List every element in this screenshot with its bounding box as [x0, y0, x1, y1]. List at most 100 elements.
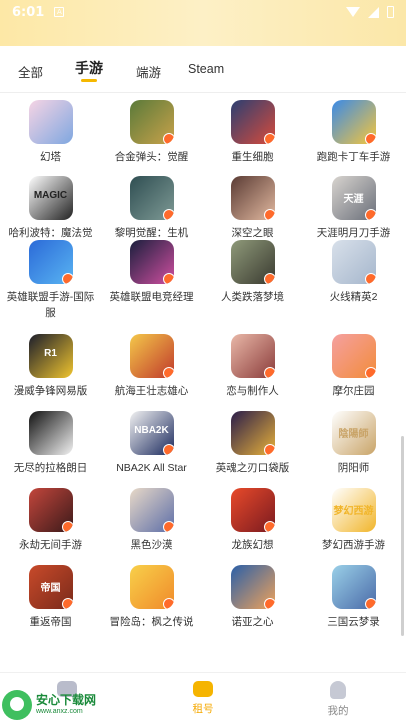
scrollbar[interactable]	[401, 436, 404, 636]
game-name: 天涯明月刀手游	[316, 227, 391, 239]
game-name: 合金弹头：觉醒	[114, 151, 189, 163]
game-item[interactable]: 英雄联盟手游-国际服	[0, 240, 101, 321]
game-item[interactable]: 恋与制作人	[202, 334, 303, 399]
game-logo-text: R1	[44, 348, 57, 359]
game-name: 幻塔	[40, 151, 61, 163]
game-item[interactable]: 帝国 重返帝国	[0, 565, 101, 630]
game-item[interactable]: 航海王壮志雄心	[101, 334, 202, 399]
battery-icon	[387, 6, 394, 18]
game-badge-icon	[61, 598, 73, 609]
game-badge-icon	[364, 367, 376, 378]
game-badge-icon	[263, 444, 275, 455]
game-badge-icon	[263, 133, 275, 144]
game-item[interactable]: 合金弹头：觉醒	[101, 100, 202, 165]
game-icon	[129, 334, 174, 378]
game-item[interactable]: 陰陽師 阴阳师	[303, 411, 404, 476]
game-badge-icon	[263, 598, 275, 609]
tab-steam[interactable]: Steam	[188, 62, 224, 76]
game-icon: R1	[28, 334, 73, 378]
game-name: 航海王壮志雄心	[114, 385, 189, 397]
game-icon	[129, 240, 174, 284]
game-item[interactable]: 梦幻西游 梦幻西游手游	[303, 488, 404, 553]
game-badge-icon	[364, 598, 376, 609]
game-icon	[129, 565, 174, 609]
game-item[interactable]: 摩尔庄园	[303, 334, 404, 399]
game-icon	[230, 240, 275, 284]
tab-active-indicator	[81, 79, 97, 82]
game-item[interactable]: 诺亚之心	[202, 565, 303, 630]
game-item[interactable]: 三国云梦录	[303, 565, 404, 630]
game-name: 跑跑卡丁车手游	[316, 151, 391, 163]
game-logo-text: 梦幻西游	[333, 506, 374, 517]
tab-all[interactable]: 全部	[18, 62, 43, 81]
game-badge-icon	[61, 273, 73, 284]
game-item[interactable]: 英雄联盟电竞经理	[101, 240, 202, 305]
nav-rent-label: 租号	[192, 703, 214, 715]
game-name: 黎明觉醒：生机	[114, 227, 189, 239]
game-icon	[129, 100, 174, 144]
game-name: 英雄联盟电竞经理	[109, 291, 194, 303]
tab-mobile-games-label: 手游	[75, 60, 103, 76]
game-icon	[230, 334, 275, 378]
game-icon	[28, 240, 73, 284]
game-badge-icon	[364, 133, 376, 144]
game-name: 阴阳师	[337, 462, 370, 474]
nav-profile-label: 我的	[327, 705, 349, 717]
game-item[interactable]: 黑色沙漠	[101, 488, 202, 553]
game-icon: 梦幻西游	[331, 488, 376, 532]
game-item[interactable]: 黎明觉醒：生机	[101, 176, 202, 241]
game-name: NBA2K All Star	[116, 462, 187, 474]
gamepad-icon	[193, 681, 213, 697]
game-item[interactable]: 重生细胞	[202, 100, 303, 165]
game-logo-text: MAGIC	[33, 190, 68, 201]
game-item[interactable]: 人类跌落梦境	[202, 240, 303, 305]
game-item[interactable]: 无尽的拉格朗日	[0, 411, 101, 476]
game-icon	[331, 240, 376, 284]
game-name: 三国云梦录	[327, 616, 380, 628]
game-item[interactable]: NBA2K NBA2K All Star	[101, 411, 202, 476]
game-badge-icon	[162, 133, 174, 144]
tab-mobile-games[interactable]: 手游	[75, 58, 103, 82]
game-icon	[28, 411, 73, 455]
game-item[interactable]: 英魂之刃口袋版	[202, 411, 303, 476]
game-badge-icon	[162, 367, 174, 378]
game-logo-text: 陰陽師	[338, 429, 369, 440]
person-icon	[330, 681, 346, 699]
game-icon	[129, 176, 174, 220]
game-badge-icon	[162, 209, 174, 220]
game-icon: 天涯	[331, 176, 376, 220]
game-name: 冒险岛：枫之传说	[109, 616, 194, 628]
game-item[interactable]: 幻塔	[0, 100, 101, 165]
signal-icon	[368, 6, 379, 18]
nav-profile[interactable]: 我的	[298, 681, 378, 718]
game-badge-icon	[162, 444, 174, 455]
game-icon	[331, 100, 376, 144]
game-item[interactable]: 永劫无间手游	[0, 488, 101, 553]
game-name: 火线精英2	[329, 291, 378, 303]
game-icon	[129, 488, 174, 532]
tabs-divider	[0, 92, 406, 93]
game-item[interactable]: 龙族幻想	[202, 488, 303, 553]
game-item[interactable]: 火线精英2	[303, 240, 404, 305]
game-icon	[230, 411, 275, 455]
game-icon	[331, 334, 376, 378]
game-badge-icon	[263, 209, 275, 220]
game-icon	[230, 488, 275, 532]
game-item[interactable]: 冒险岛：枫之传说	[101, 565, 202, 630]
game-name: 诺亚之心	[231, 616, 274, 628]
game-name: 深空之眼	[231, 227, 274, 239]
watermark-title: 安心下载网	[36, 693, 97, 707]
nav-rent[interactable]: 租号	[163, 681, 243, 716]
game-item[interactable]: R1 漫威争锋网易版	[0, 334, 101, 399]
game-item[interactable]: 跑跑卡丁车手游	[303, 100, 404, 165]
game-name: 重返帝国	[29, 616, 72, 628]
game-icon	[331, 565, 376, 609]
game-item[interactable]: 深空之眼	[202, 176, 303, 241]
status-bar: 6:01 A	[0, 0, 406, 24]
game-name: 黑色沙漠	[130, 539, 173, 551]
tab-pc-games[interactable]: 端游	[136, 62, 161, 81]
wifi-icon	[346, 7, 360, 17]
game-badge-icon	[162, 273, 174, 284]
game-item[interactable]: 天涯 天涯明月刀手游	[303, 176, 404, 241]
game-name: 恋与制作人	[226, 385, 279, 397]
